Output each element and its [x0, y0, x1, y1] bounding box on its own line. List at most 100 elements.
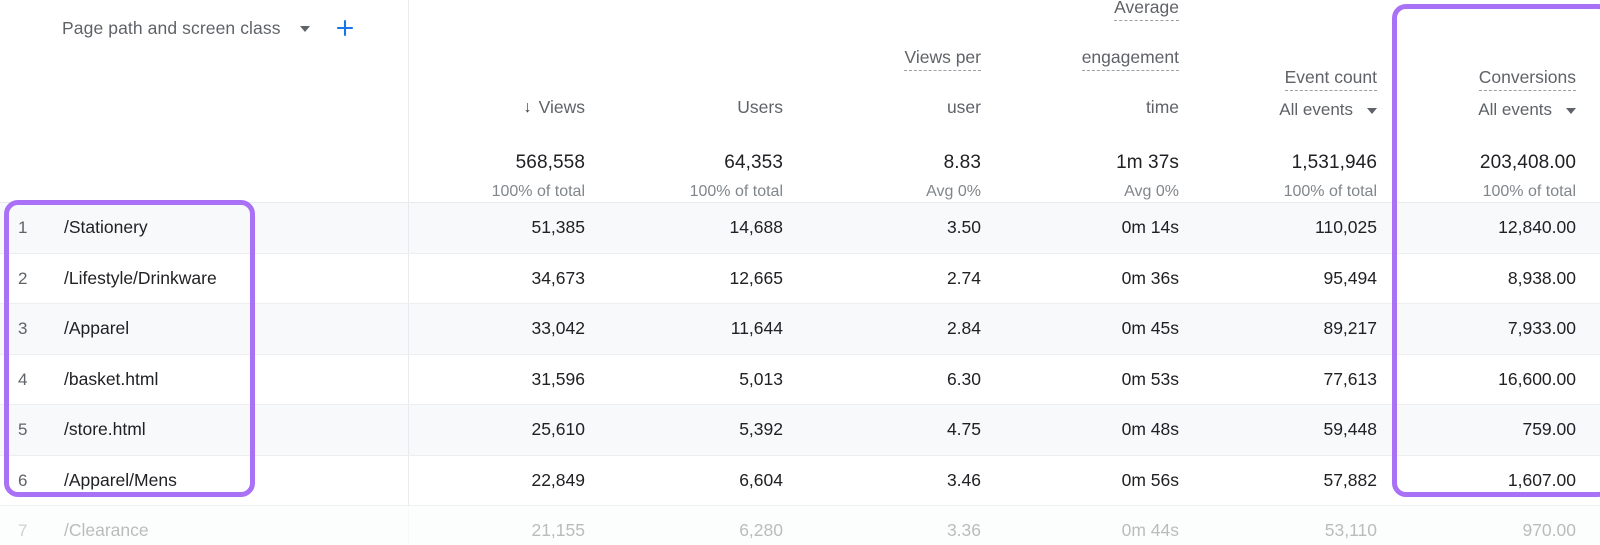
dimension-selector-label: Page path and screen class: [62, 17, 281, 38]
column-header-conversions[interactable]: Conversions All events: [1399, 0, 1598, 120]
column-header-views-per-user[interactable]: Views per user: [805, 0, 1003, 121]
dimension-selector[interactable]: Page path and screen class: [18, 17, 356, 39]
column-header-users[interactable]: Users: [607, 0, 805, 121]
totals-conversions-sub: 100% of total: [1482, 183, 1576, 200]
row-dimension-label[interactable]: /Apparel: [44, 319, 129, 338]
plus-icon[interactable]: [334, 17, 356, 39]
row-avg-engagement-time-value: 0m 44s: [1121, 520, 1179, 540]
chevron-down-icon[interactable]: [299, 26, 310, 32]
row-views-cell: 33,042: [409, 304, 607, 354]
row-views-per-user-cell: 2.84: [805, 304, 1003, 354]
row-conversions-cell: 8,938.00: [1399, 254, 1598, 304]
row-dimension-cell[interactable]: 3 /Apparel: [0, 304, 409, 354]
row-users-cell: 5,013: [607, 355, 805, 405]
totals-avg-engagement-time-value: 1m 37s: [1116, 152, 1179, 173]
arrow-down-icon[interactable]: ↓: [524, 95, 532, 120]
row-avg-engagement-time-value: 0m 14s: [1121, 217, 1179, 237]
row-users-value: 14,688: [729, 217, 783, 237]
row-event-count-value: 95,494: [1323, 267, 1377, 288]
totals-views-per-user-value: 8.83: [943, 152, 981, 173]
row-conversions-cell: 12,840.00: [1399, 203, 1598, 253]
row-dimension-cell[interactable]: 7 /Clearance: [0, 506, 409, 545]
column-header-users-title: Users: [737, 70, 783, 121]
conversions-event-selector-label: All events: [1478, 100, 1552, 119]
column-header-views-per-user-title: Views per user: [904, 20, 981, 121]
row-conversions-cell: 1,607.00: [1399, 456, 1598, 506]
row-dimension-cell[interactable]: 6 /Apparel/Mens: [0, 455, 409, 505]
row-rank: 4: [18, 369, 28, 389]
row-rank: 1: [18, 218, 28, 238]
row-users-cell: 6,280: [607, 506, 805, 545]
totals-event-count-value: 1,531,946: [1291, 152, 1377, 173]
row-dimension-label[interactable]: /Clearance: [44, 521, 149, 540]
row-views-per-user-value: 2.84: [946, 318, 981, 338]
row-conversions-value: 7,933.00: [1507, 318, 1576, 338]
column-header-views-title: ↓ Views: [524, 70, 585, 121]
column-header-views-per-user-line2: user: [946, 97, 981, 121]
row-views-per-user-cell: 3.50: [805, 203, 1003, 253]
row-avg-engagement-time-value: 0m 56s: [1121, 469, 1179, 490]
row-users-value: 12,665: [729, 267, 783, 288]
totals-views-sub: 100% of total: [491, 183, 585, 200]
column-header-event-count[interactable]: Event count All events: [1201, 0, 1399, 120]
row-users-value: 6,604: [739, 469, 783, 490]
row-avg-engagement-time-cell: 0m 53s: [1003, 355, 1201, 405]
totals-views-per-user: 8.83 Avg 0%: [805, 120, 1003, 202]
column-header-avg-engagement-time-line1: Average: [1114, 0, 1179, 21]
row-rank: 2: [18, 268, 28, 288]
column-header-views-label: Views: [538, 97, 585, 121]
table-row[interactable]: 7 /Clearance 21,155 6,280 3.36 0m 44s 53…: [0, 506, 1600, 545]
row-rank: 7: [18, 521, 28, 541]
row-event-count-cell: 89,217: [1201, 304, 1399, 354]
table-row[interactable]: 1 /Stationery 51,385 14,688 3.50 0m 14s …: [0, 203, 1600, 254]
row-rank: 6: [18, 470, 28, 490]
column-header-event-count-label: Event count: [1284, 67, 1377, 91]
chevron-down-icon[interactable]: [1566, 107, 1576, 114]
event-count-event-selector[interactable]: All events: [1279, 100, 1377, 120]
table-totals-row: 568,558 100% of total 64,353 100% of tot…: [0, 120, 1600, 203]
row-dimension-cell[interactable]: 5 /store.html: [0, 405, 409, 455]
row-event-count-cell: 57,882: [1201, 456, 1399, 506]
row-event-count-value: 77,613: [1323, 368, 1377, 389]
table-row[interactable]: 3 /Apparel 33,042 11,644 2.84 0m 45s 89,…: [0, 304, 1600, 355]
row-dimension-label[interactable]: /Apparel/Mens: [44, 471, 177, 490]
row-conversions-value: 970.00: [1522, 520, 1576, 540]
row-users-cell: 14,688: [607, 203, 805, 253]
row-event-count-value: 53,110: [1324, 520, 1377, 540]
row-event-count-value: 57,882: [1323, 469, 1377, 490]
row-views-per-user-value: 3.46: [946, 469, 981, 490]
totals-conversions-value: 203,408.00: [1479, 152, 1576, 173]
chevron-down-icon[interactable]: [1367, 107, 1377, 114]
row-views-value: 31,596: [531, 368, 585, 389]
column-header-avg-engagement-time[interactable]: Average engagement time: [1003, 0, 1201, 121]
row-event-count-value: 89,217: [1323, 318, 1377, 338]
row-views-value: 22,849: [531, 469, 585, 490]
row-dimension-cell[interactable]: 1 /Stationery: [0, 203, 409, 253]
row-dimension-label[interactable]: /Stationery: [44, 218, 148, 237]
report-table: Page path and screen class ↓Views Users: [0, 0, 1600, 545]
totals-views: 568,558 100% of total: [409, 120, 607, 202]
row-conversions-cell: 16,600.00: [1399, 355, 1598, 405]
row-conversions-cell: 759.00: [1399, 405, 1598, 455]
row-views-per-user-value: 4.75: [946, 419, 981, 439]
totals-conversions: 203,408.00 100% of total: [1399, 120, 1598, 202]
dimension-header-cell: Page path and screen class: [0, 0, 409, 120]
row-conversions-value: 1,607.00: [1507, 469, 1576, 490]
totals-users-value: 64,353: [724, 152, 783, 173]
row-dimension-label[interactable]: /basket.html: [44, 370, 158, 389]
row-dimension-label[interactable]: /store.html: [44, 420, 146, 439]
totals-dimension-cell: [0, 120, 409, 202]
row-event-count-cell: 59,448: [1201, 405, 1399, 455]
conversions-event-selector[interactable]: All events: [1478, 100, 1576, 120]
row-dimension-label[interactable]: /Lifestyle/Drinkware: [44, 269, 217, 288]
table-row[interactable]: 2 /Lifestyle/Drinkware 34,673 12,665 2.7…: [0, 253, 1600, 304]
column-header-event-count-title: Event count: [1284, 40, 1377, 91]
table-row[interactable]: 5 /store.html 25,610 5,392 4.75 0m 48s 5…: [0, 405, 1600, 456]
row-views-cell: 51,385: [409, 203, 607, 253]
table-row[interactable]: 4 /basket.html 31,596 5,013 6.30 0m 53s …: [0, 354, 1600, 405]
table-row[interactable]: 6 /Apparel/Mens 22,849 6,604 3.46 0m 56s…: [0, 455, 1600, 506]
row-dimension-cell[interactable]: 4 /basket.html: [0, 354, 409, 404]
column-header-views[interactable]: ↓ Views: [409, 0, 607, 121]
row-dimension-cell[interactable]: 2 /Lifestyle/Drinkware: [0, 253, 409, 303]
row-views-cell: 25,610: [409, 405, 607, 455]
